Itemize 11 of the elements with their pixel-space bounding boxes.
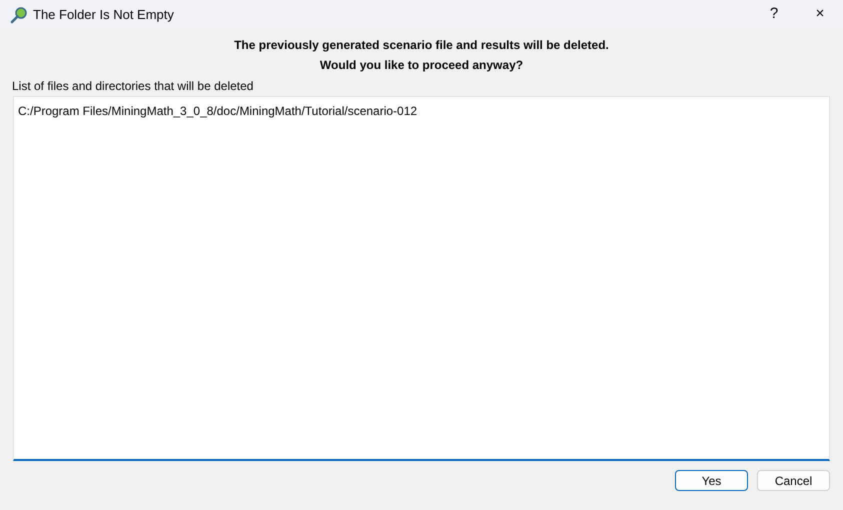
message-text: The previously generated scenario file and results will be deleted. xyxy=(234,39,609,51)
help-button[interactable]: ? xyxy=(751,0,797,29)
cancel-button[interactable]: Cancel xyxy=(757,470,830,491)
window-title: The Folder Is Not Empty xyxy=(33,6,174,24)
list-label: List of files and directories that will be deleted xyxy=(12,79,254,93)
yes-button[interactable]: Yes xyxy=(675,470,748,491)
file-path: C:/Program Files/MiningMath_3_0_8/doc/MiningMath/Tutorial/scenario-012 xyxy=(18,104,418,118)
message-text: Would you like to proceed anyway? xyxy=(320,59,524,71)
close-button[interactable]: × xyxy=(797,0,843,29)
file-list-field[interactable]: C:/Program Files/MiningMath_3_0_8/doc/MiningMath/Tutorial/scenario-012 xyxy=(13,96,830,461)
search-icon xyxy=(10,6,28,24)
